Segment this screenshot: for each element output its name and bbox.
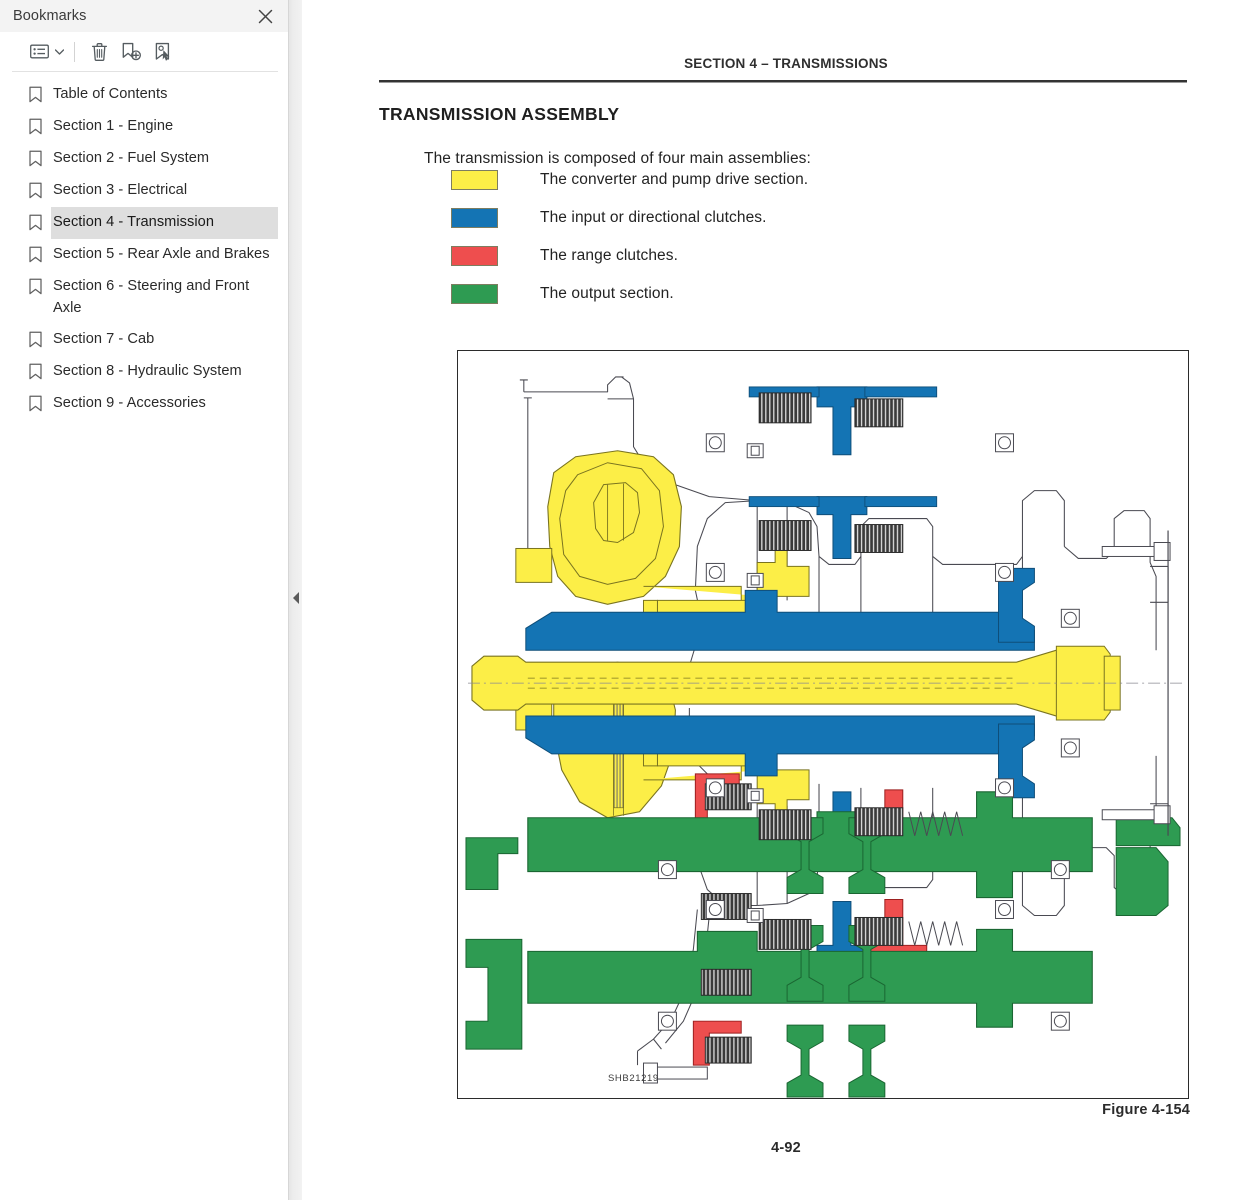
bookmarks-toolbar — [12, 32, 278, 72]
bookmark-item-7[interactable]: Section 6 - Steering and Front Axle — [0, 271, 288, 324]
bookmark-icon — [28, 271, 43, 295]
list-options-icon[interactable] — [24, 38, 54, 66]
legend-label: The range clutches. — [540, 247, 679, 264]
legend-row-1: The converter and pump drive section. — [451, 161, 1051, 199]
bookmark-pointer-icon[interactable] — [148, 38, 178, 66]
bookmark-icon — [28, 239, 43, 263]
bookmark-item-5[interactable]: Section 4 - Transmission — [0, 207, 288, 239]
bookmark-icon — [28, 175, 43, 199]
legend-row-3: The range clutches. — [451, 237, 1051, 275]
legend-color-swatch — [451, 284, 498, 304]
bookmarks-panel-header: Bookmarks — [0, 0, 288, 32]
bookmark-item-label: Section 6 - Steering and Front Axle — [53, 278, 250, 316]
chevron-down-icon[interactable] — [53, 38, 66, 66]
legend-label: The input or directional clutches. — [540, 209, 767, 226]
bookmark-item-6[interactable]: Section 5 - Rear Axle and Brakes — [0, 239, 288, 271]
legend-row-4: The output section. — [451, 275, 1051, 313]
bookmark-item-label: Section 9 - Accessories — [53, 395, 206, 411]
bookmark-item-label: Section 7 - Cab — [53, 331, 155, 347]
legend-label: The output section. — [540, 285, 674, 302]
close-icon[interactable] — [254, 5, 276, 27]
bookmark-item-2[interactable]: Section 1 - Engine — [0, 111, 288, 143]
trash-icon[interactable] — [84, 38, 114, 66]
drawing-number: SHB21219 — [608, 1073, 659, 1084]
legend-color-swatch — [451, 170, 498, 190]
legend-label: The converter and pump drive section. — [540, 171, 809, 188]
running-header: SECTION 4 – TRANSMISSIONS — [684, 56, 888, 71]
bookmark-item-10[interactable]: Section 9 - Accessories — [0, 388, 288, 420]
bookmark-item-label: Section 1 - Engine — [53, 118, 174, 134]
page-title: TRANSMISSION ASSEMBLY — [379, 103, 620, 124]
bookmark-item-label: Table of Contents — [53, 86, 168, 102]
bookmarks-list[interactable]: Table of Contents Section 1 - Engine Secti… — [0, 72, 288, 1200]
legend-color-swatch — [451, 246, 498, 266]
bookmark-icon — [28, 324, 43, 348]
legend-color-swatch — [451, 208, 498, 228]
toolbar-divider — [74, 41, 75, 62]
bookmark-item-label: Section 3 - Electrical — [53, 182, 188, 198]
page-content: SECTION 4 – TRANSMISSIONS TRANSMISSION A… — [378, 0, 1194, 1200]
bookmark-icon — [28, 356, 43, 380]
collapse-left-arrow-icon[interactable] — [291, 591, 301, 605]
header-rule — [379, 80, 1187, 83]
page-number: 4-92 — [771, 1140, 801, 1156]
bookmark-item-3[interactable]: Section 2 - Fuel System — [0, 143, 288, 175]
panel-splitter[interactable] — [288, 0, 302, 1200]
bookmark-icon — [28, 388, 43, 412]
bookmark-item-label: Section 5 - Rear Axle and Brakes — [53, 246, 270, 262]
transmission-cross-section-drawing — [458, 351, 1188, 1098]
bookmark-icon — [28, 111, 43, 135]
figure-transmission-cutaway: SHB21219 — [457, 350, 1189, 1099]
document-view[interactable]: SECTION 4 – TRANSMISSIONS TRANSMISSION A… — [302, 0, 1236, 1200]
panel-title: Bookmarks — [13, 8, 87, 24]
bookmark-item-8[interactable]: Section 7 - Cab — [0, 324, 288, 356]
bookmarks-panel: Bookmarks Table of Contents Section 1 - … — [0, 0, 288, 1200]
bookmark-icon — [28, 207, 43, 231]
bookmark-item-label: Section 2 - Fuel System — [53, 150, 210, 166]
bookmark-icon — [28, 143, 43, 167]
bookmark-item-label: Section 4 - Transmission — [51, 207, 278, 239]
bookmark-item-1[interactable]: Table of Contents — [0, 79, 288, 111]
figure-caption: Figure 4-154 — [1102, 1102, 1190, 1118]
bookmark-item-4[interactable]: Section 3 - Electrical — [0, 175, 288, 207]
bookmark-icon — [28, 79, 43, 103]
legend-row-2: The input or directional clutches. — [451, 199, 1051, 237]
bookmark-item-label: Section 8 - Hydraulic System — [53, 363, 242, 379]
bookmark-item-9[interactable]: Section 8 - Hydraulic System — [0, 356, 288, 388]
legend: The converter and pump drive section. The… — [451, 161, 1051, 313]
pdf-viewer-window: Bookmarks Table of Contents Section 1 - … — [0, 0, 1236, 1200]
pdf-page: SECTION 4 – TRANSMISSIONS TRANSMISSION A… — [302, 0, 1236, 1200]
new-bookmark-icon[interactable] — [116, 38, 146, 66]
